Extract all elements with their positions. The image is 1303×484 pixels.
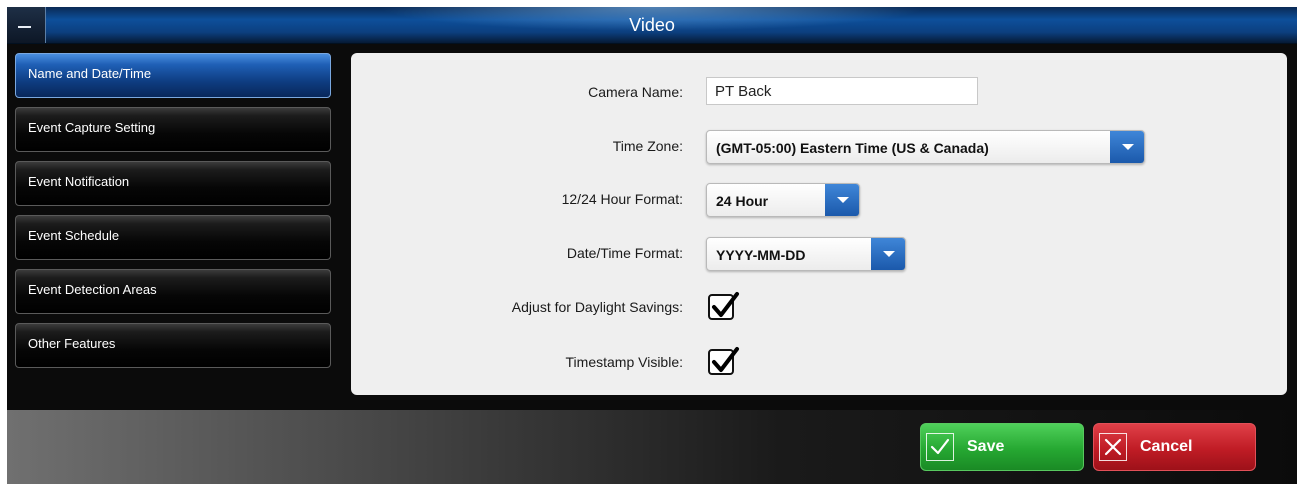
date-format-label: Date/Time Format: <box>566 245 683 261</box>
hour-format-value: 24 Hour <box>716 193 769 209</box>
chevron-down-icon <box>1110 131 1144 163</box>
timestamp-visible-label: Timestamp Visible: <box>565 354 683 370</box>
sidebar-item-name-date-time[interactable]: Name and Date/Time <box>15 53 331 98</box>
date-format-select[interactable]: YYYY-MM-DD <box>706 237 906 271</box>
checkmark-icon <box>712 292 739 317</box>
sidebar-item-event-capture-setting[interactable]: Event Capture Setting <box>15 107 331 152</box>
hour-format-label: 12/24 Hour Format: <box>561 191 683 207</box>
sidebar-item-label: Event Detection Areas <box>28 282 157 297</box>
time-zone-label: Time Zone: <box>612 138 683 154</box>
sidebar-item-label: Event Notification <box>28 174 130 189</box>
sidebar-item-label: Event Capture Setting <box>28 120 156 135</box>
sidebar-item-label: Other Features <box>28 336 116 351</box>
hour-format-select[interactable]: 24 Hour <box>706 183 860 217</box>
check-icon <box>926 433 954 461</box>
daylight-savings-checkbox[interactable] <box>708 292 739 320</box>
camera-name-input[interactable] <box>706 77 978 105</box>
checkmark-icon <box>712 347 739 372</box>
cancel-button[interactable]: Cancel <box>1093 423 1256 471</box>
time-zone-value: (GMT-05:00) Eastern Time (US & Canada) <box>716 140 989 156</box>
settings-panel: Camera Name: Time Zone: (GMT-05:00) East… <box>351 53 1287 395</box>
chevron-down-icon <box>871 238 905 270</box>
date-format-value: YYYY-MM-DD <box>716 247 806 263</box>
close-icon <box>1099 433 1127 461</box>
camera-name-label: Camera Name: <box>588 84 683 100</box>
sidebar-item-event-notification[interactable]: Event Notification <box>15 161 331 206</box>
sidebar-item-other-features[interactable]: Other Features <box>15 323 331 368</box>
chevron-down-icon <box>825 184 859 216</box>
sidebar-item-event-schedule[interactable]: Event Schedule <box>15 215 331 260</box>
window-title: Video <box>629 15 675 35</box>
cancel-button-label: Cancel <box>1140 438 1193 455</box>
time-zone-select[interactable]: (GMT-05:00) Eastern Time (US & Canada) <box>706 130 1145 164</box>
sidebar-item-label: Name and Date/Time <box>28 66 152 81</box>
save-button-label: Save <box>967 438 1005 455</box>
daylight-savings-label: Adjust for Daylight Savings: <box>511 299 683 315</box>
title-bar: Video <box>7 7 1297 44</box>
timestamp-visible-checkbox[interactable] <box>708 347 739 375</box>
save-button[interactable]: Save <box>920 423 1084 471</box>
sidebar-item-label: Event Schedule <box>28 228 120 243</box>
sidebar-item-event-detection-areas[interactable]: Event Detection Areas <box>15 269 331 314</box>
footer-bar: Save Cancel <box>7 410 1297 484</box>
video-settings-window: Video Name and Date/Time Event Capture S… <box>7 7 1297 484</box>
